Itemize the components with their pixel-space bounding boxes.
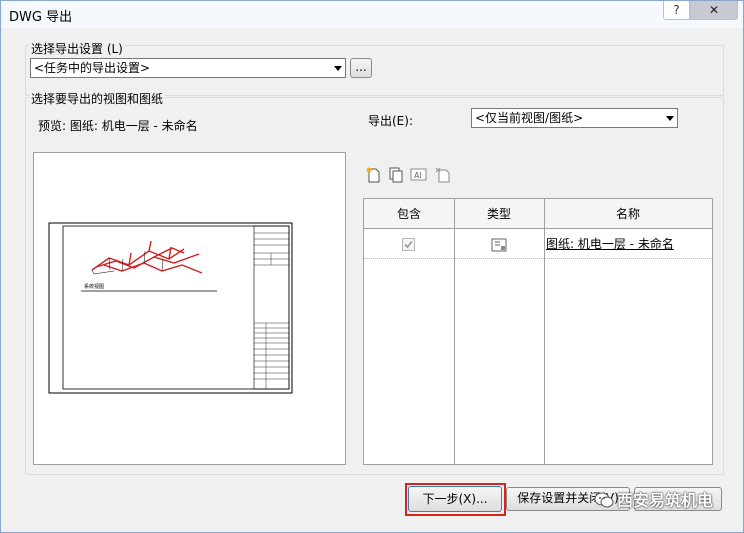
views-group-label: 选择要导出的视图和图纸 (29, 90, 166, 107)
include-checkbox[interactable] (402, 238, 415, 251)
column-name[interactable]: 名称 (544, 199, 712, 229)
export-settings-combo[interactable]: <任务中的导出设置> (30, 58, 346, 78)
chevron-down-icon (666, 116, 674, 121)
views-table: 包含 类型 名称 图纸: 机电一层 - 未命名 (363, 198, 713, 465)
title-bar: DWG 导出 ? ✕ (1, 1, 743, 28)
type-cell (491, 230, 507, 258)
chevron-down-icon (334, 66, 342, 71)
column-include[interactable]: 包含 (364, 199, 454, 229)
help-icon: ? (673, 3, 680, 17)
export-settings-value: <任务中的导出设置> (34, 61, 151, 75)
help-button[interactable]: ? (663, 1, 690, 20)
wechat-icon (594, 492, 614, 508)
export-views-value: <仅当前视图/图纸> (475, 111, 584, 125)
preview-label: 预览: 图纸: 机电一层 - 未命名 (38, 119, 198, 133)
column-divider (454, 199, 455, 464)
next-button-highlight (405, 483, 506, 516)
export-label: 导出(E): (368, 114, 413, 128)
dialog-content: 选择导出设置 (L) <任务中的导出设置> ... 选择要导出的视图和图纸 预览… (8, 28, 736, 526)
dwg-export-dialog: DWG 导出 ? ✕ 选择导出设置 (L) <任务中的导出设置> ... 选择要… (0, 0, 744, 533)
delete-set-icon[interactable] (434, 166, 452, 184)
watermark-text: 西安易筑机电 (617, 491, 714, 510)
export-settings-label: 选择导出设置 (L) (29, 40, 125, 57)
rename-set-icon[interactable]: AI (410, 166, 428, 184)
svg-text:AI: AI (414, 171, 422, 180)
close-icon: ✕ (708, 3, 720, 17)
browse-settings-label: ... (355, 60, 367, 74)
browse-settings-button[interactable]: ... (350, 58, 372, 78)
column-type[interactable]: 类型 (454, 199, 544, 229)
close-button[interactable]: ✕ (690, 1, 738, 20)
row-divider (364, 258, 712, 259)
table-header: 包含 类型 名称 (364, 199, 712, 229)
export-views-combo[interactable]: <仅当前视图/图纸> (471, 108, 678, 128)
watermark: 西安易筑机电 (594, 489, 713, 513)
table-row[interactable] (402, 230, 415, 258)
new-set-icon[interactable] (365, 166, 383, 184)
column-divider (544, 199, 545, 464)
sheet-preview: 系统视图 (33, 152, 346, 465)
sheet-thumbnail: 系统视图 (48, 222, 293, 394)
duplicate-set-icon[interactable] (387, 166, 405, 184)
preview-caption: 系统视图 (84, 283, 104, 290)
window-title: DWG 导出 (9, 10, 73, 25)
sheet-icon (491, 238, 507, 251)
sheet-name-cell[interactable]: 图纸: 机电一层 - 未命名 (546, 230, 674, 258)
